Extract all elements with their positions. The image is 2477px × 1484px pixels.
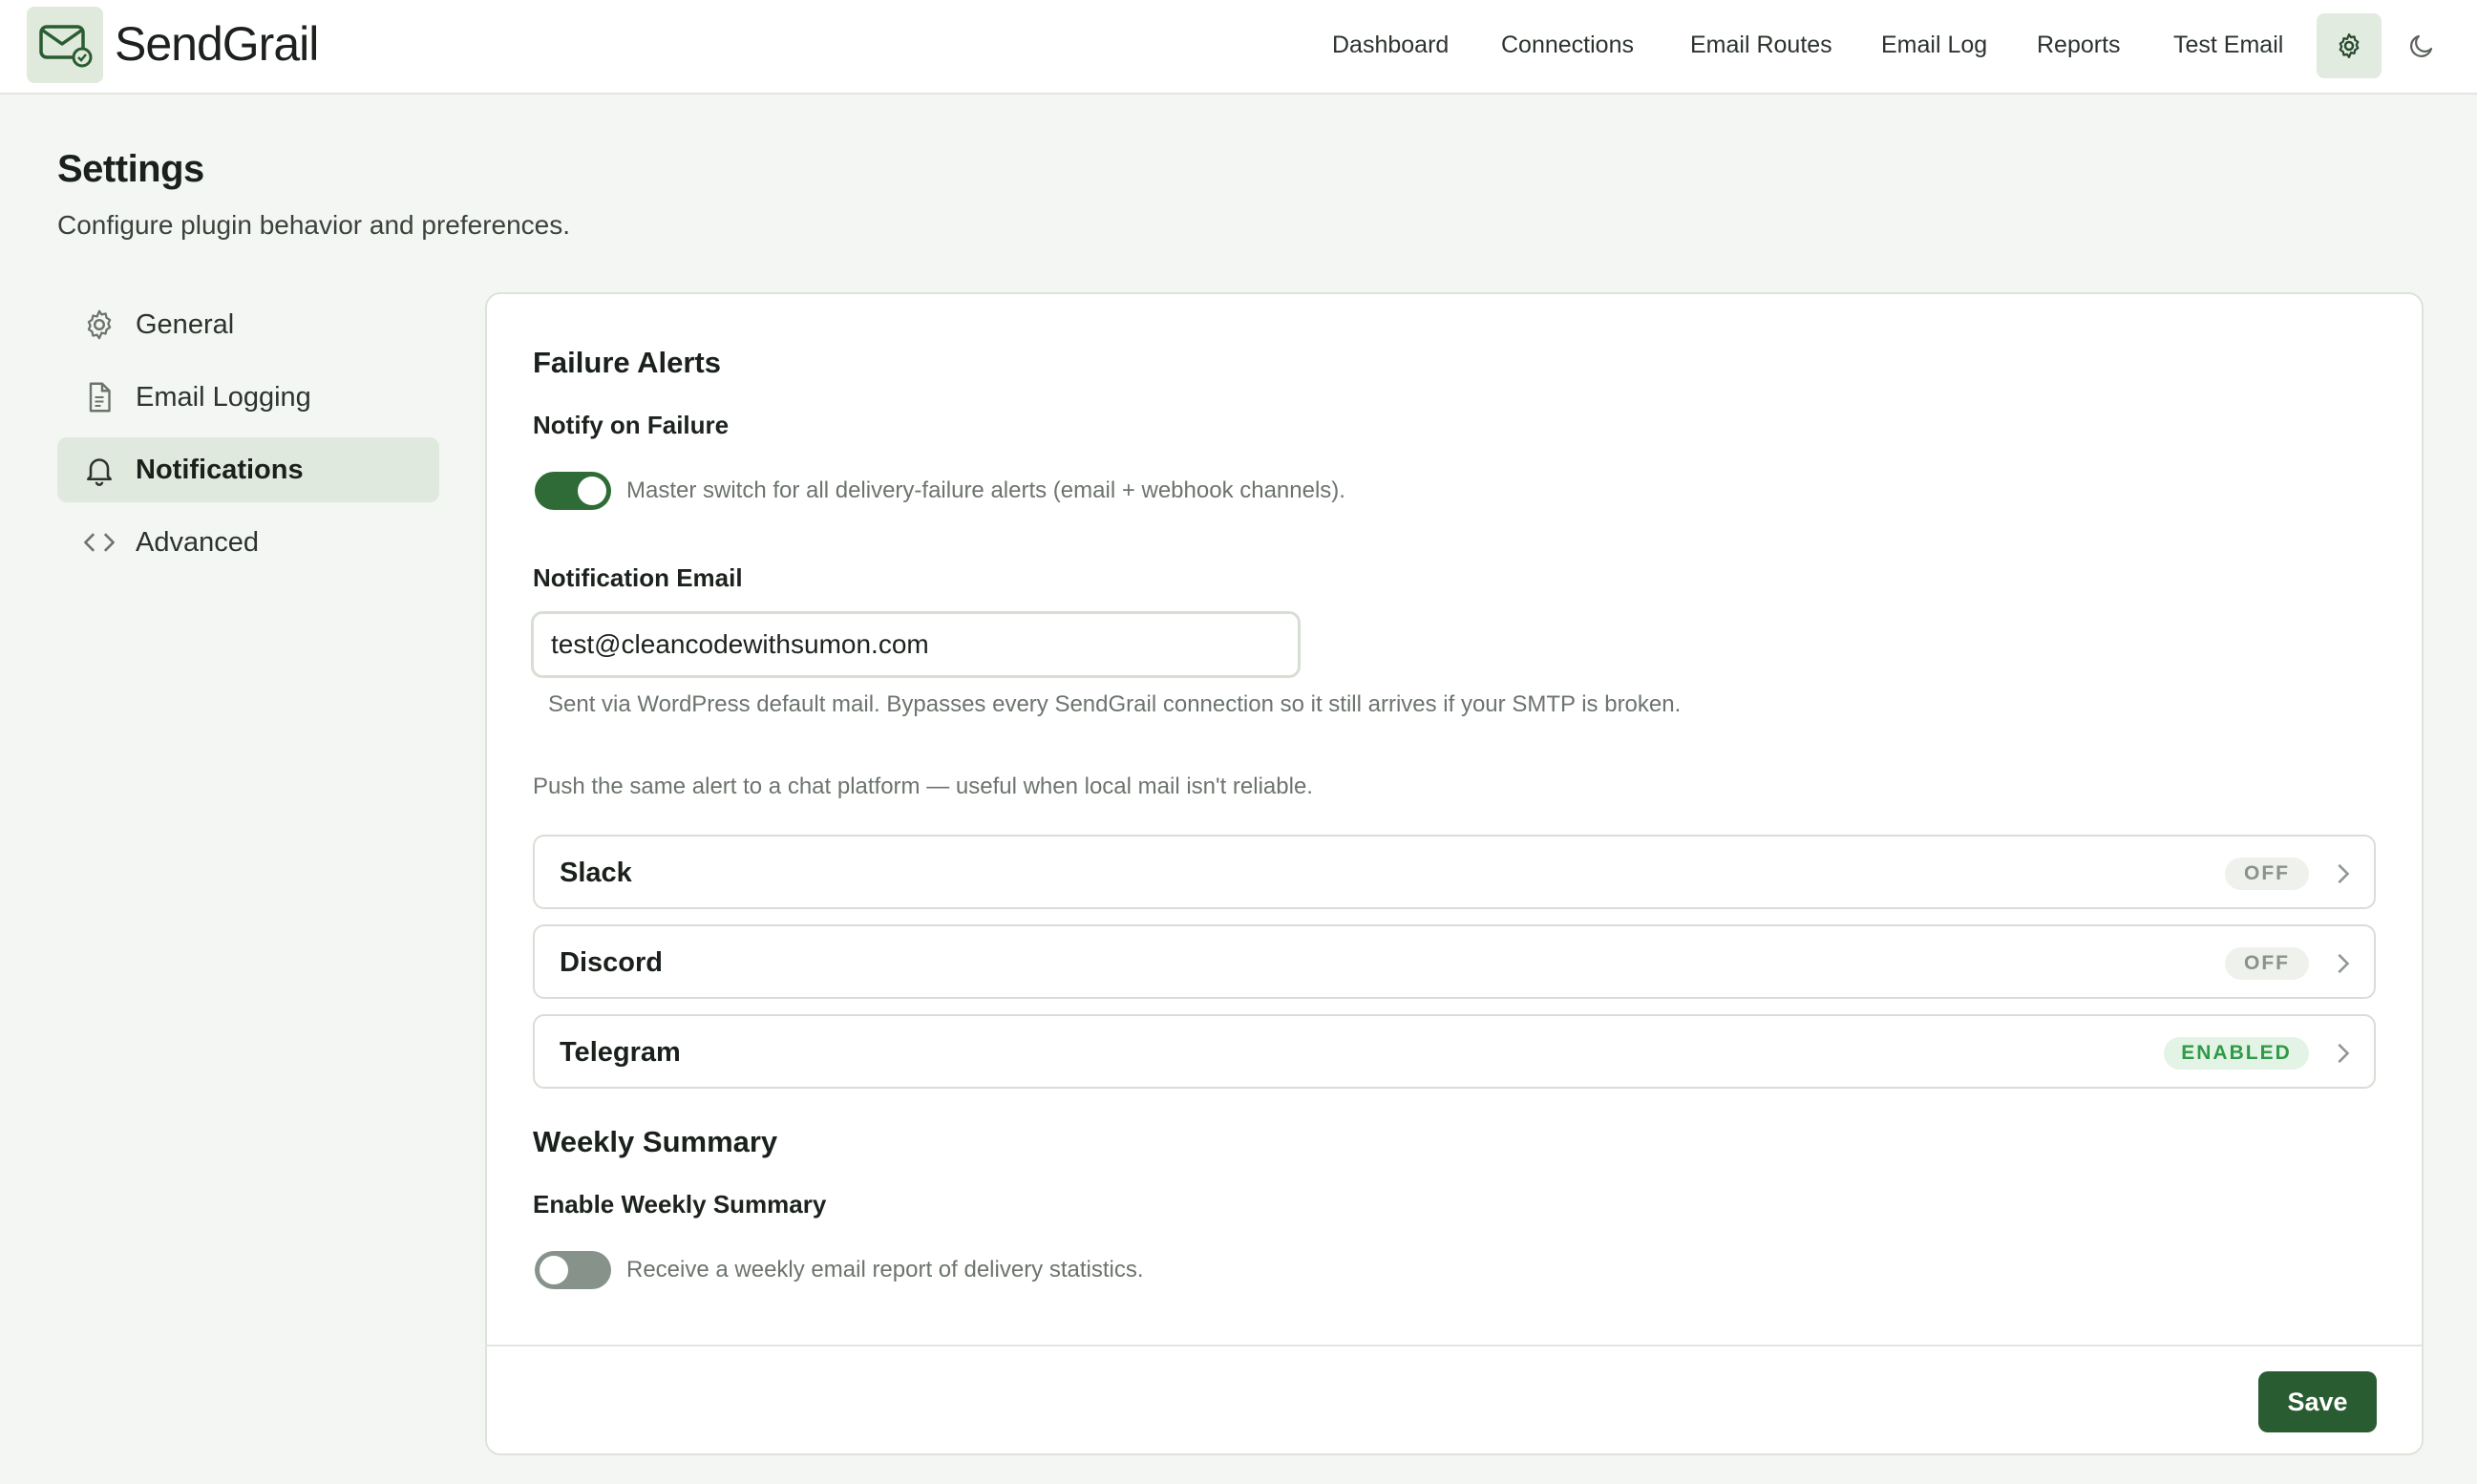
gear-icon (78, 307, 120, 342)
chat-channels-intro: Push the same alert to a chat platform —… (533, 774, 1313, 799)
sidebar-item-email-logging[interactable]: Email Logging (57, 365, 439, 430)
code-icon (78, 525, 120, 560)
envelope-shield-icon (39, 25, 93, 68)
chevron-right-icon (2338, 1043, 2350, 1064)
weekly-summary-help: Receive a weekly email report of deliver… (626, 1257, 1144, 1283)
chevron-right-icon (2338, 953, 2350, 974)
page-subtitle: Configure plugin behavior and preference… (57, 210, 571, 240)
status-badge: OFF (2225, 947, 2309, 980)
channel-row-telegram[interactable]: Telegram ENABLED (533, 1014, 2376, 1089)
enable-weekly-summary-label: Enable Weekly Summary (533, 1190, 827, 1219)
toggle-knob (578, 477, 606, 505)
nav-connections[interactable]: Connections (1501, 29, 1634, 61)
status-badge: ENABLED (2164, 1037, 2309, 1070)
channel-row-slack[interactable]: Slack OFF (533, 835, 2376, 909)
weekly-summary-toggle[interactable] (535, 1251, 611, 1289)
card-footer-divider (487, 1345, 2422, 1346)
top-navigation-bar: SendGrail Dashboard Connections Email Ro… (0, 0, 2477, 95)
chevron-right-icon (2338, 863, 2350, 884)
brand-name: SendGrail (115, 17, 319, 71)
sidebar-item-label: Email Logging (136, 381, 311, 413)
sidebar-item-notifications[interactable]: Notifications (57, 437, 439, 502)
settings-button[interactable] (2317, 13, 2382, 78)
notify-on-failure-toggle[interactable] (535, 472, 611, 510)
page-title: Settings (57, 148, 204, 190)
save-button[interactable]: Save (2258, 1371, 2377, 1432)
sidebar-item-advanced[interactable]: Advanced (57, 510, 439, 575)
sidebar-item-label: Notifications (136, 454, 304, 485)
sidebar-item-general[interactable]: General (57, 292, 439, 357)
sidebar-item-label: General (136, 308, 235, 340)
toggle-knob (540, 1256, 568, 1284)
notification-email-input[interactable] (531, 611, 1301, 678)
status-badge: OFF (2225, 858, 2309, 890)
nav-email-routes[interactable]: Email Routes (1690, 29, 1832, 61)
nav-email-log[interactable]: Email Log (1881, 29, 1987, 61)
notifications-settings-card: Failure Alerts Notify on Failure Master … (485, 292, 2424, 1455)
notification-email-label: Notification Email (533, 563, 743, 592)
sidebar-item-label: Advanced (136, 526, 259, 558)
channel-row-discord[interactable]: Discord OFF (533, 924, 2376, 999)
notify-on-failure-help: Master switch for all delivery-failure a… (626, 477, 1345, 503)
channel-name: Slack (560, 858, 632, 888)
channel-name: Telegram (560, 1037, 681, 1068)
notify-on-failure-label: Notify on Failure (533, 411, 730, 439)
nav-reports[interactable]: Reports (2037, 29, 2121, 61)
nav-dashboard[interactable]: Dashboard (1332, 29, 1449, 61)
channel-name: Discord (560, 947, 663, 978)
document-icon (78, 380, 120, 414)
weekly-summary-heading: Weekly Summary (533, 1125, 778, 1158)
logo[interactable] (27, 7, 103, 83)
notification-email-help: Sent via WordPress default mail. Bypasse… (548, 691, 1682, 717)
failure-alerts-heading: Failure Alerts (533, 346, 721, 379)
nav-test-email[interactable]: Test Email (2173, 29, 2283, 61)
gear-icon (2339, 33, 2360, 58)
moon-icon (2410, 34, 2433, 57)
bell-icon (78, 453, 120, 487)
theme-toggle-button[interactable] (2395, 13, 2448, 78)
